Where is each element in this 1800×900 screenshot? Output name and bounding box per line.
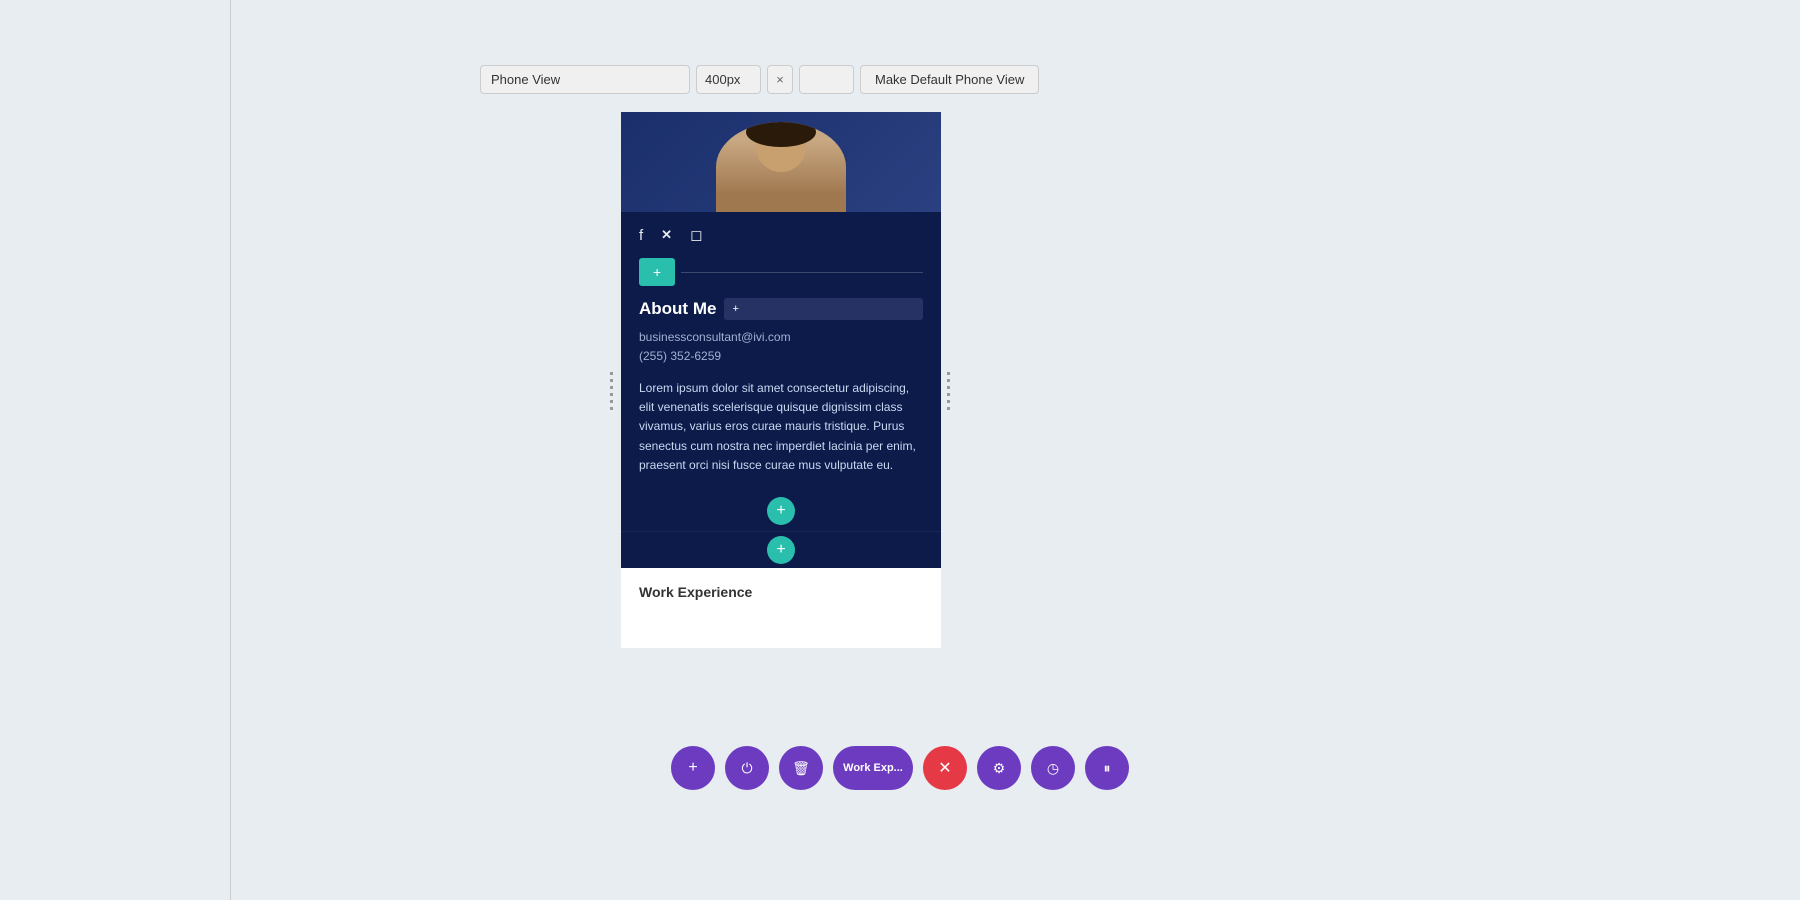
- make-default-button[interactable]: Make Default Phone View: [860, 65, 1039, 94]
- phone-contact: (255) 352-6259: [639, 349, 923, 363]
- trash-icon: 🗑: [792, 760, 810, 777]
- add-section-bar: +: [621, 258, 941, 286]
- view-toolbar: Phone View Tablet View Desktop View × Ma…: [480, 65, 1039, 94]
- px-input[interactable]: [696, 65, 761, 94]
- drag-dots-left: [610, 372, 613, 412]
- add-section-line: [681, 272, 923, 273]
- close-icon: ✕: [938, 758, 951, 778]
- history-button[interactable]: ◷: [1031, 746, 1075, 790]
- add-icon: +: [688, 759, 697, 777]
- extra-input[interactable]: [799, 65, 854, 94]
- px-close-button[interactable]: ×: [767, 65, 793, 94]
- section-divider-add: +: [621, 531, 941, 568]
- add-section-plus-icon: +: [653, 264, 661, 280]
- section-label-button[interactable]: Work Exp...: [833, 746, 913, 790]
- section-divider-button[interactable]: +: [767, 536, 795, 564]
- add-circle-wrapper: +: [621, 487, 941, 531]
- phone-frame: f ✕ ◻ + About Me + businessconsultant@iv…: [621, 112, 941, 648]
- trash-button[interactable]: 🗑: [779, 746, 823, 790]
- drag-handle-right[interactable]: [945, 112, 951, 672]
- view-selector[interactable]: Phone View Tablet View Desktop View: [480, 65, 690, 94]
- twitter-x-icon[interactable]: ✕: [661, 227, 672, 243]
- hero-person-image: [716, 122, 846, 212]
- white-section: Work Experience: [621, 568, 941, 648]
- gear-icon: ⚙: [993, 760, 1006, 777]
- add-button[interactable]: +: [671, 746, 715, 790]
- section-label-text: Work Exp...: [843, 762, 903, 774]
- social-bar: f ✕ ◻: [621, 212, 941, 258]
- hero-image: [621, 112, 941, 212]
- add-content-button[interactable]: +: [767, 497, 795, 525]
- pause-button[interactable]: ⏸: [1085, 746, 1129, 790]
- drag-dots-right: [947, 372, 950, 412]
- add-section-button[interactable]: +: [639, 258, 675, 286]
- close-button[interactable]: ✕: [923, 746, 967, 790]
- settings-button[interactable]: ⚙: [977, 746, 1021, 790]
- work-exp-label: Work Experience: [639, 584, 752, 600]
- power-icon: ⏻: [741, 760, 752, 777]
- drag-handle-left[interactable]: [608, 112, 614, 672]
- power-button[interactable]: ⏻: [725, 746, 769, 790]
- bottom-action-bar: + ⏻ 🗑 Work Exp... ✕ ⚙ ◷ ⏸: [671, 746, 1129, 790]
- left-divider: [230, 0, 231, 900]
- clock-icon: ◷: [1047, 760, 1059, 777]
- facebook-icon[interactable]: f: [639, 227, 643, 244]
- email-contact: businessconsultant@ivi.com: [639, 330, 923, 344]
- instagram-icon[interactable]: ◻: [690, 226, 702, 244]
- pause-icon: ⏸: [1104, 760, 1111, 777]
- about-me-section: About Me + businessconsultant@ivi.com (2…: [621, 294, 941, 487]
- about-title-add-button[interactable]: +: [724, 298, 923, 320]
- about-title: About Me: [639, 299, 716, 319]
- about-title-row: About Me +: [639, 298, 923, 320]
- bio-text: Lorem ipsum dolor sit amet consectetur a…: [639, 379, 923, 475]
